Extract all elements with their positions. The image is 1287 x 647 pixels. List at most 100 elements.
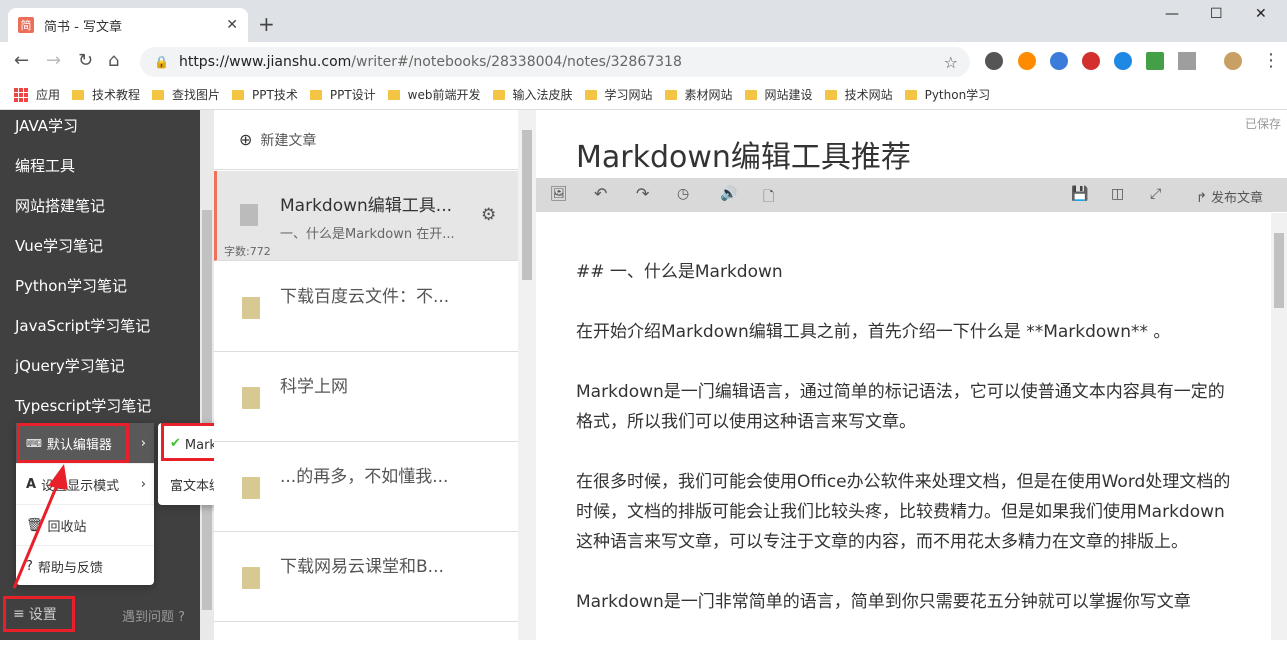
note-title-input[interactable]: Markdown编辑工具推荐 (576, 132, 911, 176)
history-icon[interactable]: ◷ (677, 186, 689, 202)
notebook-item[interactable]: Vue学习笔记 (0, 230, 214, 270)
notelist-scrollbar[interactable] (518, 110, 536, 640)
note-summary: 一、什么是Markdown 在开... (280, 227, 455, 242)
extension-icon[interactable] (1146, 52, 1164, 70)
bookmarks-bar: 应用 技术教程 查找图片 PPT技术 PPT设计 web前端开发 输入法皮肤 学… (0, 80, 1287, 110)
scrollbar-thumb[interactable] (202, 210, 212, 610)
extension-icon[interactable] (985, 52, 1003, 70)
bookmark-label: 技术教程 (92, 88, 141, 102)
note-item[interactable]: 下载网易云课堂和B... (214, 532, 518, 622)
bookmark-folder[interactable]: web前端开发 (387, 86, 481, 103)
url-host: https://www.jianshu.com (178, 54, 352, 70)
undo-icon[interactable]: ↶ (594, 184, 607, 203)
gear-icon[interactable]: ⚙ (481, 205, 496, 225)
extension-icon[interactable] (1018, 52, 1036, 70)
bookmark-folder[interactable]: 查找图片 (152, 86, 220, 103)
scrollbar-thumb[interactable] (1274, 233, 1284, 308)
star-icon[interactable]: ☆ (944, 53, 958, 72)
scrollbar-thumb[interactable] (522, 130, 532, 280)
publish-button[interactable]: ↱ 发布文章 (1196, 187, 1263, 206)
bookmark-label: 输入法皮肤 (512, 88, 573, 102)
published-note-icon (242, 387, 260, 409)
browser-tab[interactable]: 简 简书 - 写文章 ✕ (8, 8, 248, 42)
note-title: Markdown编辑工具... (280, 196, 453, 216)
maximize-icon[interactable]: ☐ (1210, 6, 1223, 22)
chevron-right-icon: › (140, 435, 146, 451)
note-title: 下载百度云文件：不... (280, 287, 450, 307)
note-item[interactable]: 科学上网 (214, 352, 518, 442)
save-icon[interactable]: 💾 (1071, 186, 1088, 202)
folder-icon (584, 89, 597, 100)
note-item[interactable]: Markdown编辑工具... 一、什么是Markdown 在开... 字数:7… (214, 171, 518, 261)
notebook-item[interactable]: jQuery学习笔记 (0, 350, 214, 390)
folder-icon (492, 89, 505, 100)
notebook-item[interactable]: 编程工具 (0, 150, 214, 190)
fullscreen-icon[interactable]: ⤢ (1150, 186, 1161, 202)
annotation-arrow (12, 464, 68, 589)
back-icon[interactable]: ← (14, 50, 29, 71)
audio-icon[interactable]: 🔊 (720, 186, 737, 202)
bookmark-label: 查找图片 (172, 88, 221, 102)
image-icon[interactable]: 🖼 (550, 186, 568, 202)
bookmark-label: PPT设计 (329, 88, 376, 102)
jianshu-favicon-icon: 简 (18, 17, 34, 33)
home-icon[interactable]: ⌂ (108, 50, 119, 71)
new-note-button[interactable]: ⊕ 新建文章 (214, 110, 535, 170)
sidebar-scrollbar[interactable] (200, 110, 214, 640)
editor-scrollbar[interactable] (1271, 213, 1287, 640)
bookmark-folder[interactable]: Python学习 (904, 86, 991, 103)
new-tab-icon[interactable]: + (258, 12, 275, 36)
bookmark-folder[interactable]: 学习网站 (584, 86, 653, 103)
bookmark-label: PPT技术 (252, 88, 298, 102)
markdown-content[interactable]: ## 一、什么是Markdown 在开始介绍Markdown编辑工具之前，首先介… (576, 257, 1236, 647)
bookmark-apps[interactable]: 应用 (0, 86, 60, 103)
bookmark-folder[interactable]: PPT设计 (309, 86, 376, 103)
save-status: 已保存 (1244, 117, 1281, 131)
adblock-icon[interactable] (1082, 52, 1100, 70)
note-item[interactable]: ...的再多，不如懂我... (214, 442, 518, 532)
tab-close-icon[interactable]: ✕ (226, 17, 238, 33)
notebook-item[interactable]: JAVA学习 (0, 110, 214, 150)
published-note-icon (242, 297, 260, 319)
split-view-icon[interactable]: ◫ (1111, 186, 1124, 202)
published-note-icon (242, 567, 260, 589)
settings-button[interactable]: ≡ 设置 (5, 598, 75, 630)
extension-icon[interactable] (1114, 52, 1132, 70)
extension-icon[interactable] (1178, 52, 1196, 70)
profile-avatar[interactable] (1224, 52, 1242, 70)
minimize-icon[interactable]: — (1165, 6, 1179, 22)
lock-icon: 🔒 (154, 55, 169, 69)
document-icon (240, 204, 258, 226)
editor-pane: 已保存 Markdown编辑工具推荐 🖼 ↶ ↷ ◷ 🔊 🗋 💾 ◫ ⤢ ↱ 发… (536, 110, 1287, 640)
menu-dots-icon[interactable]: ⋮ (1262, 50, 1280, 71)
bookmark-folder[interactable]: 技术网站 (824, 86, 893, 103)
notebook-item[interactable]: 网站搭建笔记 (0, 190, 214, 230)
bookmark-label: 学习网站 (604, 88, 653, 102)
bookmark-folder[interactable]: 素材网站 (664, 86, 733, 103)
bookmark-folder[interactable]: 技术教程 (72, 86, 140, 103)
extension-icon[interactable] (1050, 52, 1068, 70)
help-link[interactable]: 遇到问题 ? (122, 606, 185, 625)
note-item[interactable]: 下载百度云文件：不... (214, 262, 518, 352)
paragraph: 在开始介绍Markdown编辑工具之前，首先介绍一下什么是 **Markdown… (576, 322, 1171, 342)
notebook-item[interactable]: Python学习笔记 (0, 270, 214, 310)
folder-icon (904, 89, 917, 100)
forward-icon[interactable]: → (46, 50, 61, 71)
bookmark-folder[interactable]: 输入法皮肤 (492, 86, 573, 103)
reload-icon[interactable]: ↻ (78, 50, 93, 71)
paragraph: Markdown是一门非常简单的语言，简单到你只需要花五分钟就可以掌握你写文章 (576, 592, 1191, 612)
bookmark-label: 网站建设 (764, 88, 813, 102)
close-window-icon[interactable]: ✕ (1255, 6, 1267, 22)
bookmark-folder[interactable]: 网站建设 (744, 86, 813, 103)
apps-grid-icon (14, 87, 28, 102)
bookmark-label: Python学习 (924, 88, 991, 102)
bookmark-label: web前端开发 (407, 88, 481, 102)
address-bar[interactable]: 🔒 https://www.jianshu.com/writer#/notebo… (140, 47, 970, 77)
folder-icon (744, 89, 757, 100)
notebook-item[interactable]: JavaScript学习笔记 (0, 310, 214, 350)
document-icon[interactable]: 🗋 (763, 186, 774, 210)
redo-icon[interactable]: ↷ (636, 184, 649, 203)
new-note-label: 新建文章 (260, 132, 317, 149)
bookmark-folder[interactable]: PPT技术 (232, 86, 298, 103)
folder-icon (664, 89, 677, 100)
